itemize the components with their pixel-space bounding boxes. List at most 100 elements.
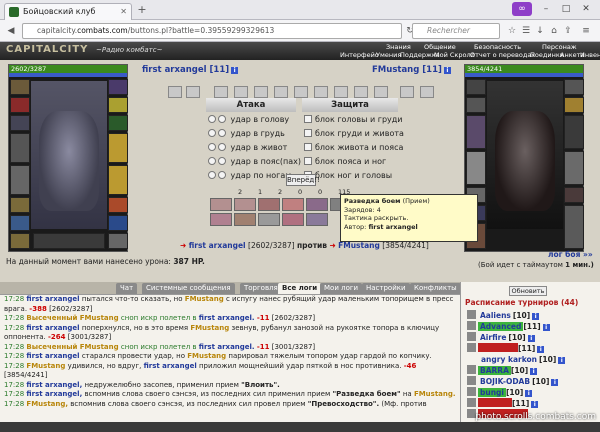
leggings-slot[interactable] — [108, 197, 128, 213]
potion-bar[interactable] — [33, 233, 105, 249]
quick-slot-10[interactable] — [354, 86, 368, 98]
player-entry[interactable]: angry karkon [10] i — [467, 354, 566, 365]
enemy-helmet-slot[interactable] — [466, 79, 486, 95]
bracer-slot[interactable] — [108, 79, 128, 95]
trick-4[interactable] — [282, 198, 304, 211]
go-button[interactable]: Вперёд!! — [286, 174, 320, 186]
quick-slot-6[interactable] — [274, 86, 288, 98]
quick-slot-8[interactable] — [314, 86, 328, 98]
menu-interface[interactable]: Интерфейс — [340, 51, 378, 59]
attack-groin-option[interactable]: удар в пояс(пах) — [208, 156, 301, 168]
player-entry[interactable]: Advanced [11] i — [467, 321, 550, 332]
enemy-shield-slot[interactable] — [564, 115, 584, 149]
quick-slot-12[interactable] — [400, 86, 414, 98]
star-icon[interactable]: ☆ — [506, 25, 518, 37]
info-icon[interactable]: i — [443, 67, 451, 74]
tab-my-logs[interactable]: Мои логи — [320, 283, 363, 294]
player-entry[interactable]: BARRA [10] i — [467, 365, 538, 376]
new-tab-button[interactable]: + — [136, 4, 148, 16]
player-entry[interactable]: Aaliens [10] i — [467, 310, 540, 321]
quick-slot-2[interactable] — [186, 86, 200, 98]
enemy-weapon-slot[interactable] — [466, 115, 486, 149]
right-fighter-name[interactable]: FMustang [11] i — [372, 65, 451, 75]
trick-3[interactable] — [258, 198, 280, 211]
browser-tab[interactable]: Бойцовский клуб ✕ — [4, 3, 132, 20]
share-icon[interactable]: ⇪ — [562, 25, 574, 37]
menu-character[interactable]: Персонаж — [542, 43, 577, 51]
close-window-button[interactable]: ✕ — [578, 3, 594, 15]
player-entry[interactable]: BOJIK-ODAB [10] i — [467, 376, 559, 387]
minimize-button[interactable]: – — [538, 3, 554, 15]
tab-settings[interactable]: Настройки — [362, 283, 410, 294]
gloves-slot[interactable] — [10, 215, 30, 231]
menu-scroll[interactable]: Мой Скролл — [434, 51, 475, 59]
radio-link[interactable]: ~Радио комбатс~ — [96, 46, 162, 54]
shield-slot[interactable] — [108, 133, 128, 163]
fight-log-link[interactable]: лог боя »» — [548, 250, 593, 259]
enemy-armor-slot[interactable] — [466, 151, 486, 185]
menu-knowledge[interactable]: Знания — [386, 43, 411, 51]
maximize-button[interactable]: □ — [558, 3, 574, 15]
quick-slot-11[interactable] — [374, 86, 388, 98]
trick-11[interactable] — [306, 213, 328, 226]
tournament-schedule-link[interactable]: Расписание турниров (44) — [465, 298, 578, 307]
trick-7[interactable] — [210, 213, 232, 226]
menu-icon[interactable]: ≡ — [580, 25, 592, 37]
earring-slot[interactable] — [10, 97, 30, 113]
back-arrow-icon[interactable]: ◀ — [5, 25, 17, 37]
enemy-leggings-slot[interactable] — [564, 187, 584, 203]
block-chest-stomach-option[interactable]: блок груди и живота — [304, 128, 404, 140]
enemy-ring-slot[interactable] — [564, 97, 584, 113]
quick-slot-1[interactable] — [168, 86, 182, 98]
helmet-slot[interactable] — [10, 79, 30, 95]
trick-10[interactable] — [282, 213, 304, 226]
reading-list-icon[interactable]: ☰ — [520, 25, 532, 37]
menu-skills[interactable]: Умения — [376, 51, 401, 59]
quick-slot-7[interactable] — [294, 86, 308, 98]
left-fighter-name[interactable]: first arxangel [11] i — [142, 65, 239, 75]
block-belt-legs-option[interactable]: блок пояса и ног — [304, 156, 386, 168]
weapon-slot[interactable] — [10, 133, 30, 163]
tab-conflicts[interactable]: Конфликты — [410, 283, 461, 294]
url-input[interactable]: capitalcity.combats.com/buttons.pl?battl… — [22, 23, 402, 39]
enemy-bracer-slot[interactable] — [564, 79, 584, 95]
home-icon[interactable]: ⌂ — [548, 25, 560, 37]
menu-inventory[interactable]: Инвентарь — [580, 51, 600, 59]
attack-head-option[interactable]: удар в голову — [208, 114, 289, 126]
attack-chest-option[interactable]: удар в грудь — [208, 128, 285, 140]
menu-transfers[interactable]: Отчет о переводах — [470, 51, 535, 59]
player-entry[interactable]: Airfire [10] i — [467, 332, 535, 343]
boots-slot-right[interactable] — [108, 233, 128, 249]
belt-slot[interactable] — [10, 197, 30, 213]
tab-chat[interactable]: Чат — [116, 283, 138, 294]
boots-slot-left[interactable] — [10, 233, 30, 249]
trick-9[interactable] — [258, 213, 280, 226]
block-stomach-belt-option[interactable]: блок живота и пояса — [304, 142, 403, 154]
download-icon[interactable]: ↓ — [534, 25, 546, 37]
trick-2[interactable] — [234, 198, 256, 211]
quick-slot-4[interactable] — [234, 86, 248, 98]
tab-system[interactable]: Системные сообщения — [142, 283, 235, 294]
quick-slot-9[interactable] — [334, 86, 348, 98]
enemy-gem-slot[interactable] — [564, 205, 584, 249]
tab-trade[interactable]: Торговля — [240, 283, 282, 294]
close-tab-icon[interactable]: ✕ — [120, 4, 127, 19]
ring-slot-1[interactable] — [108, 97, 128, 113]
enemy-amulet-slot[interactable] — [466, 97, 486, 113]
player-entry[interactable]: [11] i — [467, 343, 545, 354]
trick-5[interactable] — [306, 198, 328, 211]
quick-slot-3[interactable] — [214, 86, 228, 98]
attack-legs-option[interactable]: удар по ногам — [208, 170, 291, 182]
refresh-button[interactable]: Обновить — [509, 286, 547, 296]
menu-social[interactable]: Общение — [424, 43, 456, 51]
menu-fights[interactable]: Поединки — [530, 51, 564, 59]
player-entry[interactable]: bungi [10] i — [467, 387, 533, 398]
quick-slot-5[interactable] — [254, 86, 268, 98]
ring-slot-2[interactable] — [108, 115, 128, 131]
gem-slot[interactable] — [108, 215, 128, 231]
attack-stomach-option[interactable]: удар в живот — [208, 142, 287, 154]
enemy-offhand-slot[interactable] — [564, 151, 584, 185]
info-icon[interactable]: i — [231, 67, 239, 74]
trick-8[interactable] — [234, 213, 256, 226]
menu-security[interactable]: Безопасность — [474, 43, 521, 51]
